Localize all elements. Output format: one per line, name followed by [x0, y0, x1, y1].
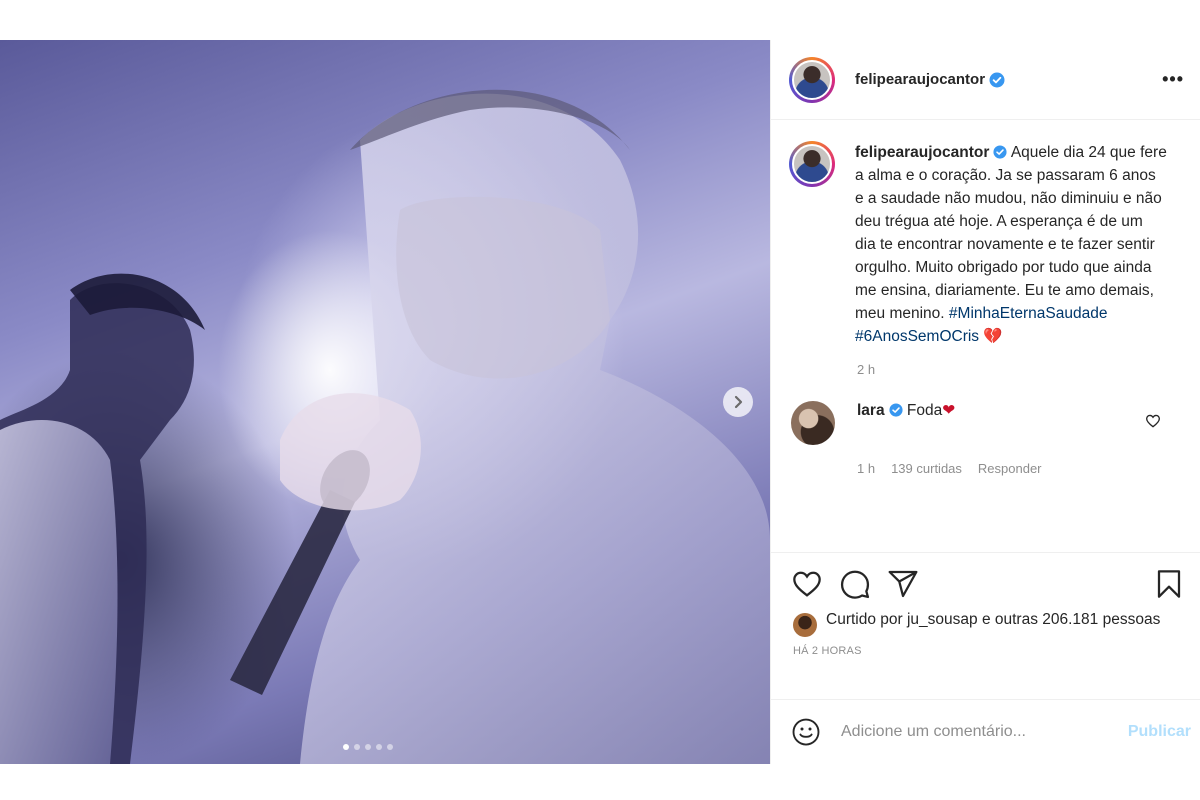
carousel-dot	[387, 744, 393, 750]
carousel-next-button[interactable]	[723, 387, 753, 417]
post-header: felipearaujocantor •••	[771, 40, 1200, 120]
caption-timestamp[interactable]: 2 h	[857, 362, 1185, 377]
carousel-dot	[354, 744, 360, 750]
reply-button[interactable]: Responder	[978, 461, 1042, 476]
concert-photo-image	[0, 89, 770, 764]
liker-avatar[interactable]	[793, 613, 817, 637]
chevron-right-icon	[734, 395, 743, 409]
comment-text-block: lara Foda❤	[857, 401, 955, 445]
comment-meta: 1 h 139 curtidas Responder	[857, 461, 1185, 476]
verified-badge-icon	[889, 403, 903, 417]
broken-heart-icon: 💔	[983, 328, 1003, 345]
action-bar	[787, 553, 1185, 615]
comment-item: lara Foda❤	[789, 401, 1185, 445]
comment-body: Foda	[902, 402, 943, 419]
comment-like-heart-icon[interactable]	[1145, 413, 1161, 429]
author-avatar[interactable]	[789, 56, 835, 103]
hashtag-link[interactable]: #6AnosSemOCris	[855, 328, 979, 345]
commenter-avatar[interactable]	[791, 401, 835, 445]
carousel-dot	[376, 744, 382, 750]
carousel-dot	[365, 744, 371, 750]
add-comment-bar: Publicar	[771, 699, 1200, 764]
smiley-icon	[792, 718, 820, 746]
caption: felipearaujocantor Aquele dia 24 que fer…	[789, 141, 1185, 348]
post-timestamp[interactable]: HÁ 2 HORAS	[787, 645, 1185, 657]
comment-timestamp[interactable]: 1 h	[857, 461, 875, 476]
caption-text-block: felipearaujocantor Aquele dia 24 que fer…	[855, 141, 1167, 348]
post-photo[interactable]	[0, 40, 770, 764]
author-username[interactable]: felipearaujocantor	[855, 71, 985, 88]
publish-button[interactable]: Publicar	[1128, 723, 1191, 741]
comment-likes-count[interactable]: 139 curtidas	[891, 461, 962, 476]
share-button[interactable]	[887, 568, 919, 600]
caption-body: Aquele dia 24 que fere a alma e o coraçã…	[855, 144, 1167, 322]
paper-plane-icon	[888, 570, 918, 598]
save-button[interactable]	[1153, 568, 1185, 600]
heart-emoji-icon: ❤	[942, 402, 956, 419]
hashtag-link[interactable]: #MinhaEternaSaudade	[949, 305, 1108, 322]
commenter-username[interactable]: lara	[857, 402, 885, 419]
comments-section: felipearaujocantor Aquele dia 24 que fer…	[771, 121, 1200, 552]
likes-text[interactable]: Curtido por ju_sousap e outras 206.181 p…	[826, 609, 1160, 631]
carousel-indicator	[343, 744, 393, 750]
like-button[interactable]	[791, 568, 823, 600]
more-options-button[interactable]: •••	[1162, 69, 1184, 90]
verified-badge-icon	[989, 72, 1005, 87]
post-actions-section: Curtido por ju_sousap e outras 206.181 p…	[771, 552, 1200, 657]
bookmark-icon	[1157, 570, 1181, 598]
emoji-button[interactable]	[791, 717, 821, 747]
comment-button[interactable]	[839, 568, 871, 600]
caption-username[interactable]: felipearaujocantor	[855, 144, 989, 161]
caption-author-avatar[interactable]	[789, 141, 835, 187]
instagram-post: felipearaujocantor ••• felipearaujocanto…	[0, 40, 1200, 764]
post-sidebar: felipearaujocantor ••• felipearaujocanto…	[770, 40, 1200, 764]
likes-summary: Curtido por ju_sousap e outras 206.181 p…	[787, 609, 1185, 637]
heart-icon	[793, 571, 821, 597]
comment-bubble-icon	[840, 570, 870, 599]
comment-input[interactable]	[841, 723, 1128, 741]
verified-badge-icon	[993, 145, 1007, 159]
carousel-dot	[343, 744, 349, 750]
